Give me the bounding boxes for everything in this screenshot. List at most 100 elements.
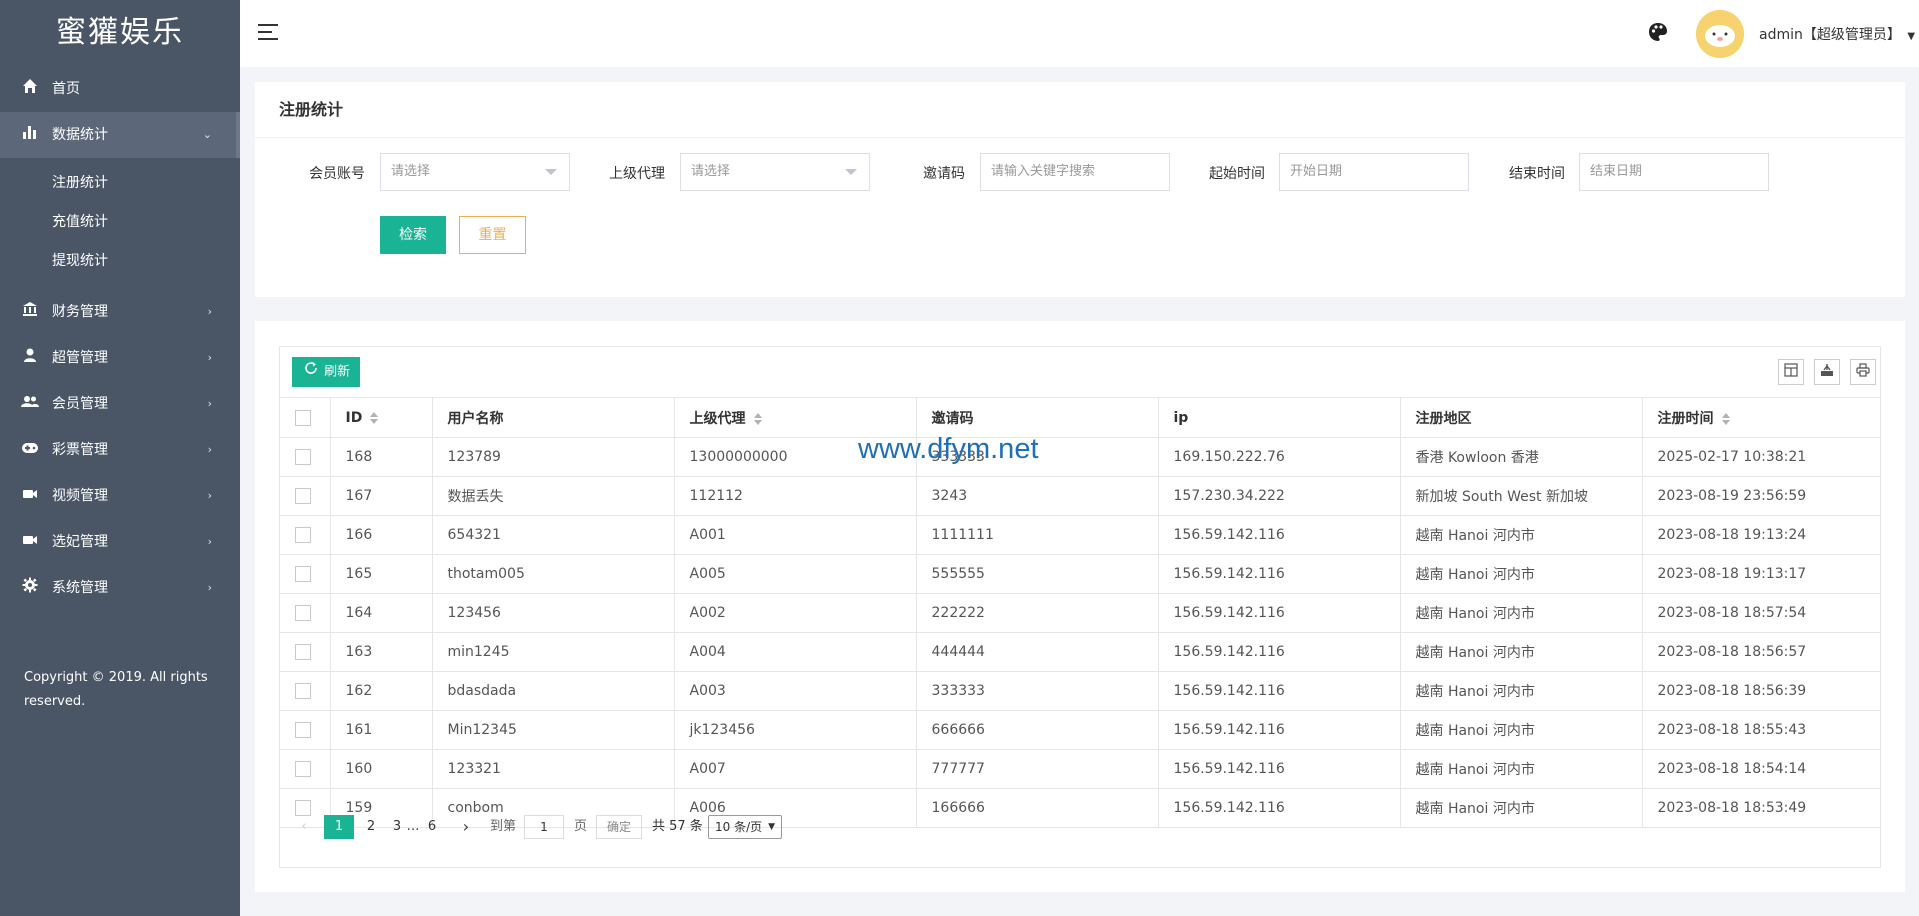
cell-id: 167 — [330, 476, 433, 516]
sidebar-item-members[interactable]: 会员管理 › — [0, 381, 240, 427]
cell-invite-code: 1111111 — [916, 515, 1159, 555]
column-header-id[interactable]: ID — [330, 397, 433, 438]
cell-invite-code: 333333 — [916, 671, 1159, 711]
sidebar-item-label: 会员管理 — [52, 396, 108, 412]
start-date-input[interactable]: 开始日期 — [1279, 153, 1469, 191]
avatar[interactable] — [1696, 10, 1744, 58]
print-button[interactable] — [1850, 359, 1876, 385]
cell-register-time: 2023-08-18 18:56:57 — [1642, 632, 1880, 672]
table-row[interactable]: 167 数据丢失 112112 3243 157.230.34.222 新加坡 South… — [280, 476, 1880, 516]
menu-toggle-icon[interactable] — [258, 24, 278, 42]
page-size-select[interactable]: 10 条/页 ▼ — [708, 815, 782, 839]
parent-agent-label: 上级代理 — [609, 166, 665, 182]
sidebar-subitem-register-stats[interactable]: 注册统计 — [0, 164, 240, 203]
sidebar-item-concubine[interactable]: 选妃管理 › — [0, 519, 240, 565]
sort-icon[interactable] — [370, 411, 379, 424]
column-header-ip: ip — [1158, 397, 1401, 438]
start-date-label: 起始时间 — [1209, 166, 1265, 182]
cell-id: 166 — [330, 515, 433, 555]
export-icon — [1820, 363, 1834, 381]
row-checkbox[interactable] — [295, 722, 311, 738]
page-button[interactable]: 2 — [358, 815, 384, 839]
row-checkbox[interactable] — [295, 566, 311, 582]
sidebar-item-finance[interactable]: 财务管理 › — [0, 289, 240, 335]
table-row[interactable]: 163 min1245 A004 444444 156.59.142.116 越南 Han… — [280, 632, 1880, 672]
cell-region: 越南 Hanoi 河内市 — [1400, 671, 1643, 711]
palette-icon[interactable] — [1648, 22, 1670, 44]
column-header-invite-code: 邀请码 — [916, 397, 1159, 438]
sidebar-submenu: 注册统计 充值统计 提现统计 — [0, 158, 240, 289]
parent-agent-select[interactable]: 请选择 — [680, 153, 870, 191]
sidebar-subitem-recharge-stats[interactable]: 充值统计 — [0, 203, 240, 242]
cell-username: 123456 — [432, 593, 675, 633]
cell-id: 163 — [330, 632, 433, 672]
page-button[interactable]: 6 — [422, 815, 442, 839]
export-button[interactable] — [1814, 359, 1840, 385]
table-row[interactable]: 165 thotam005 A005 555555 156.59.142.116 越南 H… — [280, 554, 1880, 594]
invite-code-input[interactable]: 请输入关键字搜索 — [980, 153, 1170, 191]
cell-id: 164 — [330, 593, 433, 633]
columns-icon — [1784, 363, 1798, 381]
sidebar-item-label: 视频管理 — [52, 488, 108, 504]
page-button[interactable]: 3 — [388, 815, 406, 839]
table-row[interactable]: 164 123456 A002 222222 156.59.142.116 越南 Hano… — [280, 593, 1880, 633]
chevron-right-icon: › — [207, 489, 212, 502]
sort-icon[interactable] — [1721, 412, 1730, 425]
row-select-cell — [280, 515, 331, 555]
end-date-input[interactable]: 结束日期 — [1579, 153, 1769, 191]
column-label: 注册地区 — [1415, 410, 1472, 427]
filter-panel: 注册统计 会员账号 请选择 上级代理 请选择 邀请码 请输入关键字搜索 起始时间… — [255, 82, 1905, 297]
refresh-button[interactable]: 刷新 — [292, 357, 361, 387]
bar-chart-icon — [20, 112, 40, 158]
watermark-text: www.dfym.net — [858, 433, 1039, 465]
row-checkbox[interactable] — [295, 683, 311, 699]
users-icon — [20, 381, 40, 427]
sidebar-item-lottery[interactable]: 彩票管理 › — [0, 427, 240, 473]
cell-parent-agent: A002 — [674, 593, 917, 633]
column-header-parent-agent[interactable]: 上级代理 — [674, 397, 917, 438]
cell-register-time: 2023-08-19 23:56:59 — [1642, 476, 1880, 516]
table-row[interactable]: 168 123789 13000000000 333333 169.150.222.76… — [280, 437, 1880, 477]
row-select-cell — [280, 710, 331, 750]
sidebar-item-home[interactable]: 首页 — [0, 66, 240, 112]
sidebar-item-video[interactable]: 视频管理 › — [0, 473, 240, 519]
sidebar-item-system[interactable]: 系统管理 › — [0, 565, 240, 611]
sidebar-subitem-withdraw-stats[interactable]: 提现统计 — [0, 242, 240, 281]
cell-id: 162 — [330, 671, 433, 711]
caret-down-icon: ▼ — [1907, 31, 1916, 42]
row-checkbox[interactable] — [295, 449, 311, 465]
goto-confirm-button[interactable]: 确定 — [596, 815, 642, 839]
member-account-label: 会员账号 — [309, 166, 365, 182]
row-checkbox[interactable] — [295, 605, 311, 621]
row-checkbox[interactable] — [295, 527, 311, 543]
page-button-current[interactable]: 1 — [324, 815, 354, 839]
user-dropdown[interactable]: admin【超级管理员】 ▼ — [1759, 24, 1915, 44]
column-header-username: 用户名称 — [432, 397, 675, 438]
sidebar-item-super-admin[interactable]: 超管管理 › — [0, 335, 240, 381]
table-row[interactable]: 166 654321 A001 1111111 156.59.142.116 越南 Han… — [280, 515, 1880, 555]
sort-icon[interactable] — [753, 412, 762, 425]
cell-id: 168 — [330, 437, 433, 477]
column-filter-button[interactable] — [1778, 359, 1804, 385]
cell-invite-code: 444444 — [916, 632, 1159, 672]
page-ellipsis: … — [406, 819, 420, 834]
table-row[interactable]: 160 123321 A007 777777 156.59.142.116 越南 Hano… — [280, 749, 1880, 789]
camera-icon — [20, 519, 40, 565]
column-header-register-time[interactable]: 注册时间 — [1642, 397, 1880, 438]
next-page-icon[interactable]: › — [456, 815, 476, 839]
cell-parent-agent: A007 — [674, 749, 917, 789]
reset-button[interactable]: 重置 — [459, 216, 526, 254]
cell-region: 越南 Hanoi 河内市 — [1400, 554, 1643, 594]
row-checkbox[interactable] — [295, 488, 311, 504]
table-row[interactable]: 162 bdasdada A003 333333 156.59.142.116 越南 Ha… — [280, 671, 1880, 711]
select-all-checkbox[interactable] — [295, 409, 311, 426]
row-checkbox[interactable] — [295, 644, 311, 660]
row-select-cell — [280, 437, 331, 477]
sidebar-item-data-stats[interactable]: 数据统计 ⌄ — [0, 112, 240, 158]
member-account-select[interactable]: 请选择 — [380, 153, 570, 191]
goto-page-input[interactable]: 1 — [524, 815, 564, 839]
row-checkbox[interactable] — [295, 761, 311, 777]
search-button[interactable]: 检索 — [380, 216, 446, 254]
prev-page-icon[interactable]: ‹ — [294, 815, 314, 839]
table-row[interactable]: 161 Min12345 jk123456 666666 156.59.142.116 越… — [280, 710, 1880, 750]
